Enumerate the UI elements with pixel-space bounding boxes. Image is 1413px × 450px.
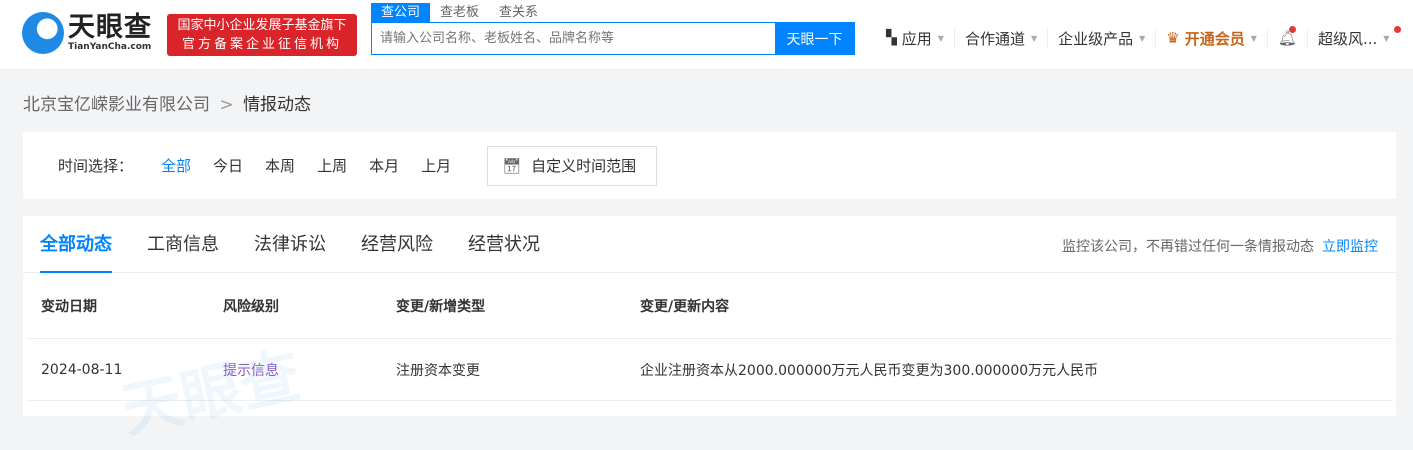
user-name: 超级风... xyxy=(1317,29,1378,48)
logo-icon xyxy=(22,12,64,54)
badge-line1: 国家中小企业发展子基金旗下 xyxy=(177,18,347,33)
search-input[interactable] xyxy=(372,23,775,54)
col-date: 变动日期 xyxy=(41,298,97,315)
notification-button[interactable]: 🔔︎ xyxy=(1268,26,1308,48)
nav-apps-label: 应用 xyxy=(901,29,932,48)
apps-grid-icon: ▚ xyxy=(886,30,897,46)
cell-type: 注册资本变更 xyxy=(396,362,480,379)
nav-vip[interactable]: ♛ 开通会员 ▼ xyxy=(1156,28,1268,48)
time-option-all[interactable]: 全部 xyxy=(161,155,191,176)
badge-line2: 官方备案企业征信机构 xyxy=(181,37,342,52)
search-button[interactable]: 天眼一下 xyxy=(775,23,854,54)
breadcrumb: 北京宝亿嵘影业有限公司 > 情报动态 xyxy=(23,90,311,115)
caret-down-icon: ▼ xyxy=(1383,33,1390,43)
table-header: 变动日期 风险级别 变更/新增类型 变更/更新内容 xyxy=(26,273,1393,339)
caret-down-icon: ▼ xyxy=(1139,33,1146,43)
time-option-this-week[interactable]: 本周 xyxy=(265,155,295,176)
search-tab-boss[interactable]: 查老板 xyxy=(430,3,489,22)
nav-enterprise-label: 企业级产品 xyxy=(1058,29,1134,48)
time-option-last-month[interactable]: 上月 xyxy=(421,155,451,176)
monitor-text: 监控该公司，不再错过任何一条情报动态 xyxy=(1062,239,1314,255)
tab-risk[interactable]: 经营风险 xyxy=(361,216,433,273)
col-type: 变更/新增类型 xyxy=(396,298,486,315)
custom-range-button[interactable]: 📅︎ 自定义时间范围 xyxy=(487,145,658,186)
logo-text: 天眼查 xyxy=(68,12,152,43)
caret-down-icon: ▼ xyxy=(937,33,944,43)
top-nav: ▚ 应用 ▼ 合作通道 ▼ 企业级产品 ▼ ♛ 开通会员 ▼ 🔔︎ 超级风... ▼ xyxy=(876,26,1401,48)
caret-down-icon: ▼ xyxy=(1030,33,1038,43)
nav-partner[interactable]: 合作通道 ▼ xyxy=(955,28,1049,48)
certification-badge: 国家中小企业发展子基金旗下 官方备案企业征信机构 xyxy=(167,14,357,56)
breadcrumb-company[interactable]: 北京宝亿嵘影业有限公司 xyxy=(23,95,210,115)
caret-down-icon: ▼ xyxy=(1250,33,1257,43)
monitor-prompt: 监控该公司，不再错过任何一条情报动态 立即监控 xyxy=(1062,236,1378,256)
time-option-this-month[interactable]: 本月 xyxy=(369,155,399,176)
tab-business-info[interactable]: 工商信息 xyxy=(147,216,219,273)
time-filter-label: 时间选择： xyxy=(58,157,134,175)
nav-vip-label: 开通会员 xyxy=(1184,29,1245,48)
user-menu[interactable]: 超级风... ▼ xyxy=(1308,26,1401,48)
nav-enterprise[interactable]: 企业级产品 ▼ xyxy=(1048,28,1157,48)
header: 天眼查 TianYanCha.com 国家中小企业发展子基金旗下 官方备案企业征… xyxy=(0,0,1413,70)
user-dot xyxy=(1393,26,1401,33)
crown-icon: ♛ xyxy=(1166,29,1180,47)
time-option-today[interactable]: 今日 xyxy=(213,155,243,176)
search-area: 查公司 查老板 查关系 天眼一下 xyxy=(371,3,855,55)
tab-all[interactable]: 全部动态 xyxy=(40,216,112,273)
breadcrumb-separator: > xyxy=(219,95,234,115)
col-risk: 风险级别 xyxy=(223,298,279,315)
time-filter: 时间选择： 全部 今日 本周 上周 本月 上月 📅︎ 自定义时间范围 xyxy=(23,132,1396,199)
cell-content: 企业注册资本从2000.000000万元人民币变更为300.000000万元人民… xyxy=(640,362,1099,379)
notification-dot xyxy=(1288,26,1296,33)
search-tab-relation[interactable]: 查关系 xyxy=(489,3,548,22)
logo[interactable]: 天眼查 TianYanCha.com xyxy=(22,12,152,54)
nav-partner-label: 合作通道 xyxy=(964,29,1025,48)
search-tab-company[interactable]: 查公司 xyxy=(371,3,431,22)
time-option-last-week[interactable]: 上周 xyxy=(317,155,347,176)
tab-litigation[interactable]: 法律诉讼 xyxy=(254,216,326,273)
custom-range-label: 自定义时间范围 xyxy=(531,157,637,175)
logo-domain: TianYanCha.com xyxy=(68,42,152,52)
tab-status[interactable]: 经营状况 xyxy=(468,216,540,273)
calendar-icon: 📅︎ xyxy=(502,156,522,175)
col-content: 变更/更新内容 xyxy=(640,298,730,315)
nav-apps[interactable]: ▚ 应用 ▼ xyxy=(876,28,955,48)
monitor-link[interactable]: 立即监控 xyxy=(1322,239,1378,255)
breadcrumb-current: 情报动态 xyxy=(243,95,312,115)
